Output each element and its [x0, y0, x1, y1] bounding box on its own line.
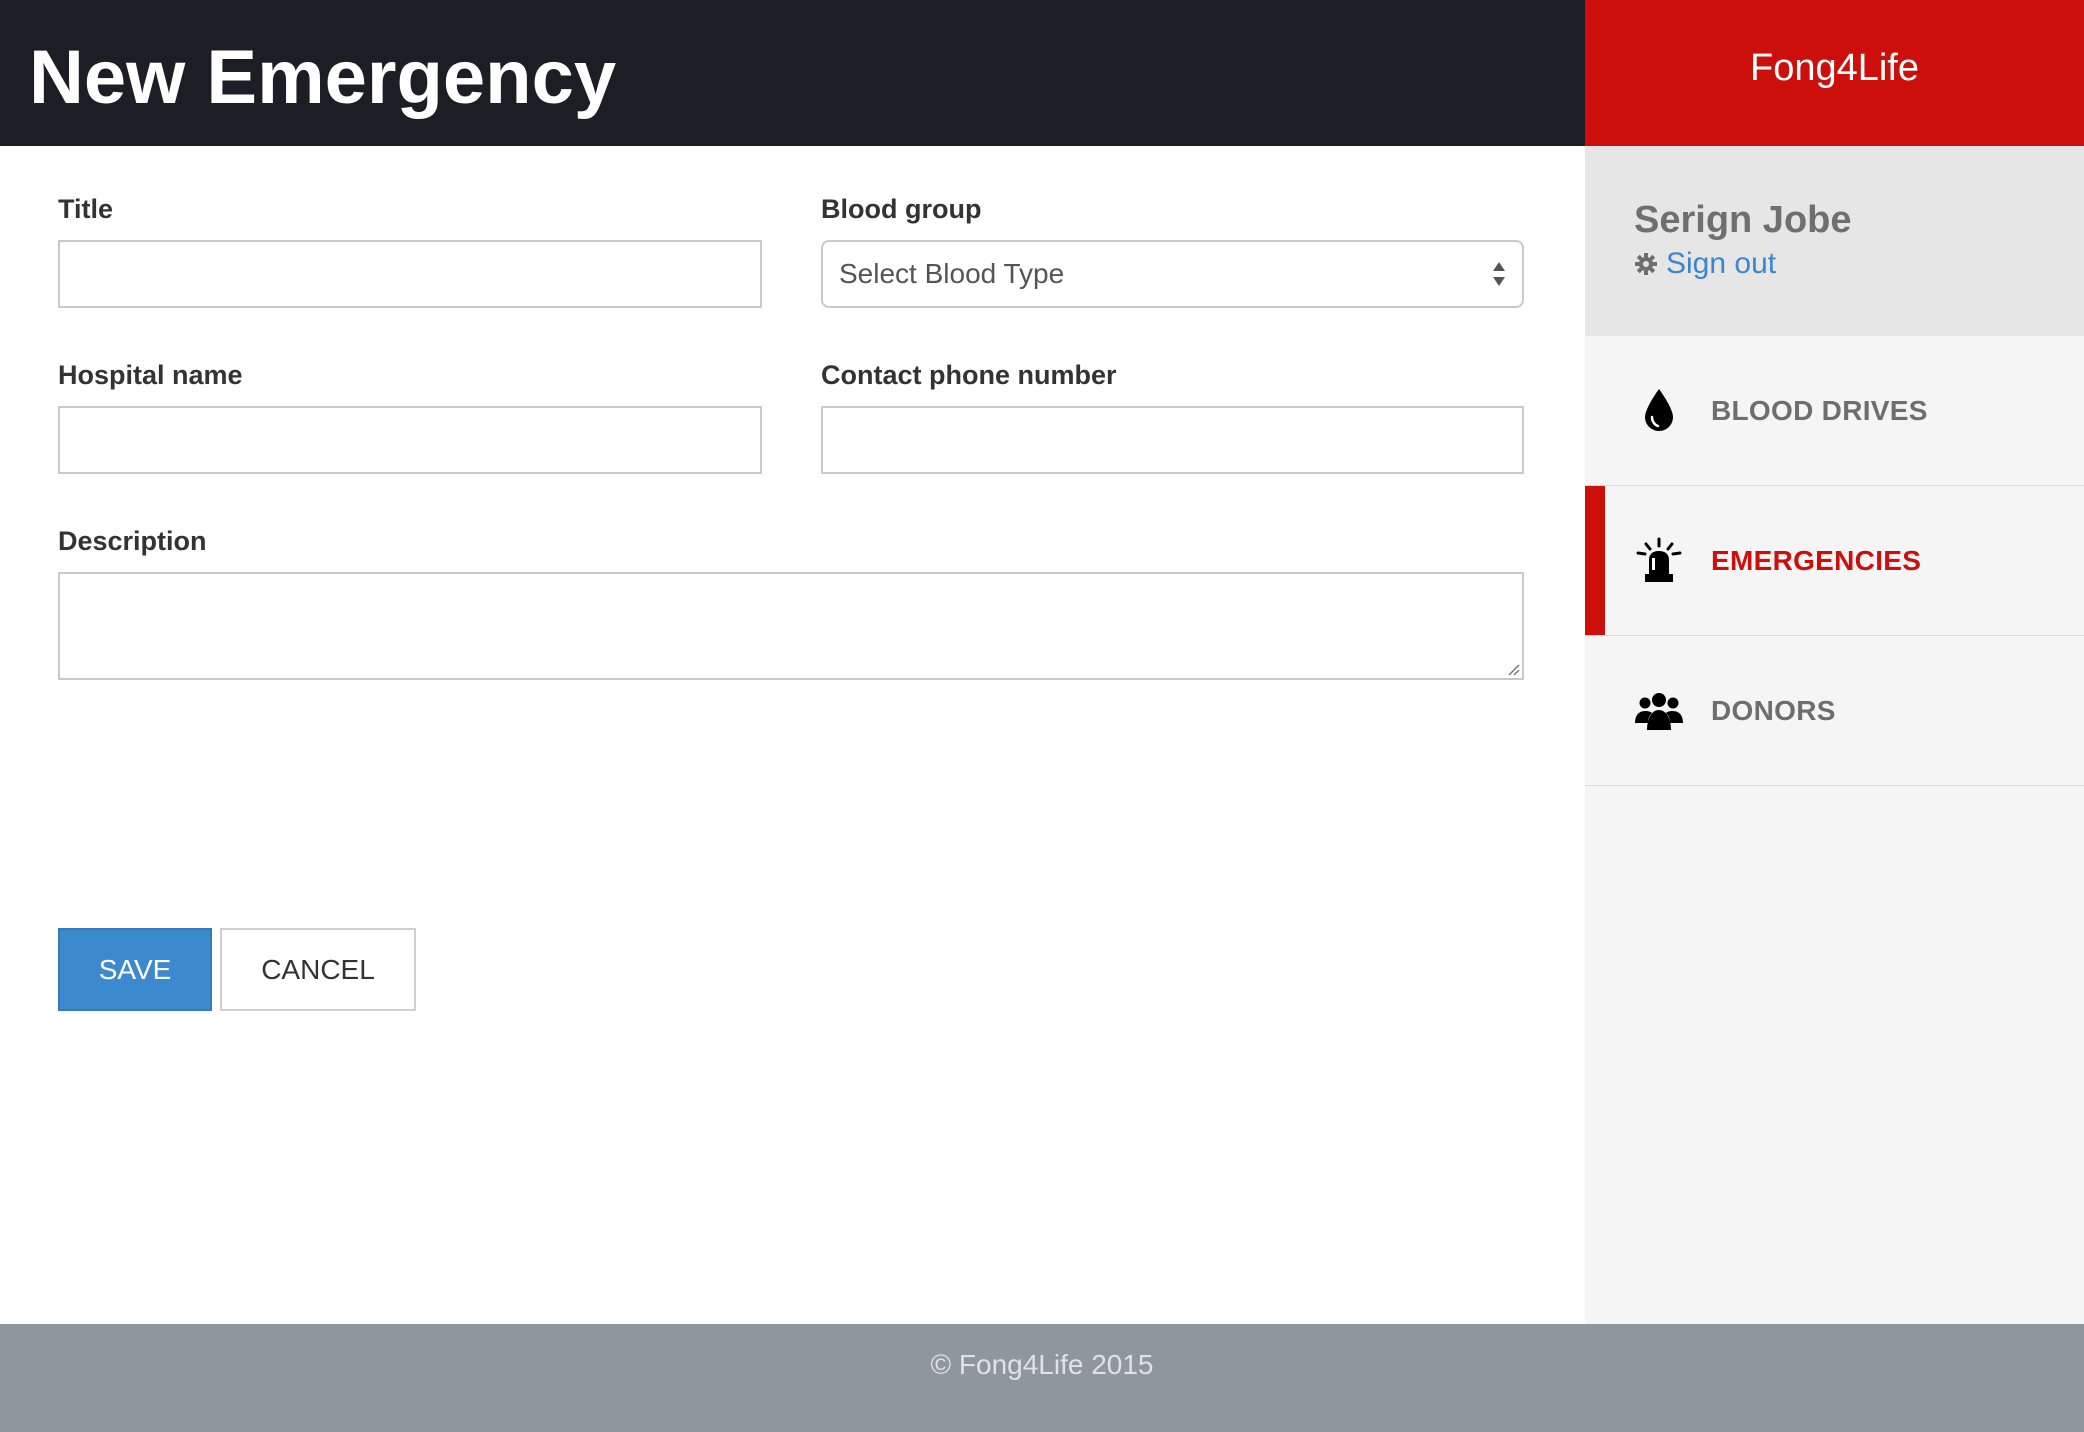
page-title: New Emergency [29, 35, 617, 120]
hospital-name-label: Hospital name [58, 360, 243, 390]
blood-group-selected-value: Select Blood Type [839, 258, 1065, 289]
description-label: Description [58, 526, 207, 556]
select-arrows-icon [1493, 262, 1505, 286]
emergency-form: Title Blood group Select Blood Type Hosp… [0, 146, 1585, 1324]
contact-phone-label: Contact phone number [821, 360, 1117, 390]
description-textarea[interactable] [58, 572, 1524, 680]
user-name: Serign Jobe [1634, 199, 1852, 241]
cancel-button[interactable]: CANCEL [220, 928, 416, 1011]
hospital-name-input[interactable] [58, 406, 762, 474]
contact-phone-input[interactable] [821, 406, 1524, 474]
nav-item-donors[interactable]: DONORS [1585, 636, 2084, 786]
gear-icon [1635, 253, 1657, 275]
blood-group-select[interactable]: Select Blood Type [821, 240, 1524, 308]
save-button[interactable]: SAVE [58, 928, 212, 1011]
blood-drop-icon [1633, 385, 1685, 437]
resize-grip-icon[interactable] [1506, 662, 1520, 676]
nav-label-donors: DONORS [1711, 694, 1836, 726]
nav-label-blood-drives: BLOOD DRIVES [1711, 394, 1928, 426]
title-input[interactable] [58, 240, 762, 308]
page-header: New Emergency [0, 0, 1585, 146]
title-label: Title [58, 194, 114, 224]
nav-label-emergencies: EMERGENCIES [1711, 544, 1922, 576]
nav-item-blood-drives[interactable]: BLOOD DRIVES [1585, 336, 2084, 486]
nav-item-emergencies[interactable]: EMERGENCIES [1585, 486, 2084, 636]
people-icon [1633, 685, 1685, 737]
user-panel: Serign Jobe Sign out [1585, 146, 2084, 336]
sign-out-label: Sign out [1666, 247, 1777, 280]
brand-logo[interactable]: Fong4Life [1585, 0, 2084, 146]
page-footer: © Fong4Life 2015 [0, 1324, 2084, 1432]
sidebar: Serign Jobe Sign out BLOOD DRIVES EMERGE… [1585, 146, 2084, 1324]
sign-out-link[interactable]: Sign out [1634, 246, 2084, 282]
footer-copyright: © Fong4Life 2015 [930, 1349, 1154, 1380]
siren-icon [1633, 535, 1685, 587]
blood-group-label: Blood group [821, 194, 982, 224]
